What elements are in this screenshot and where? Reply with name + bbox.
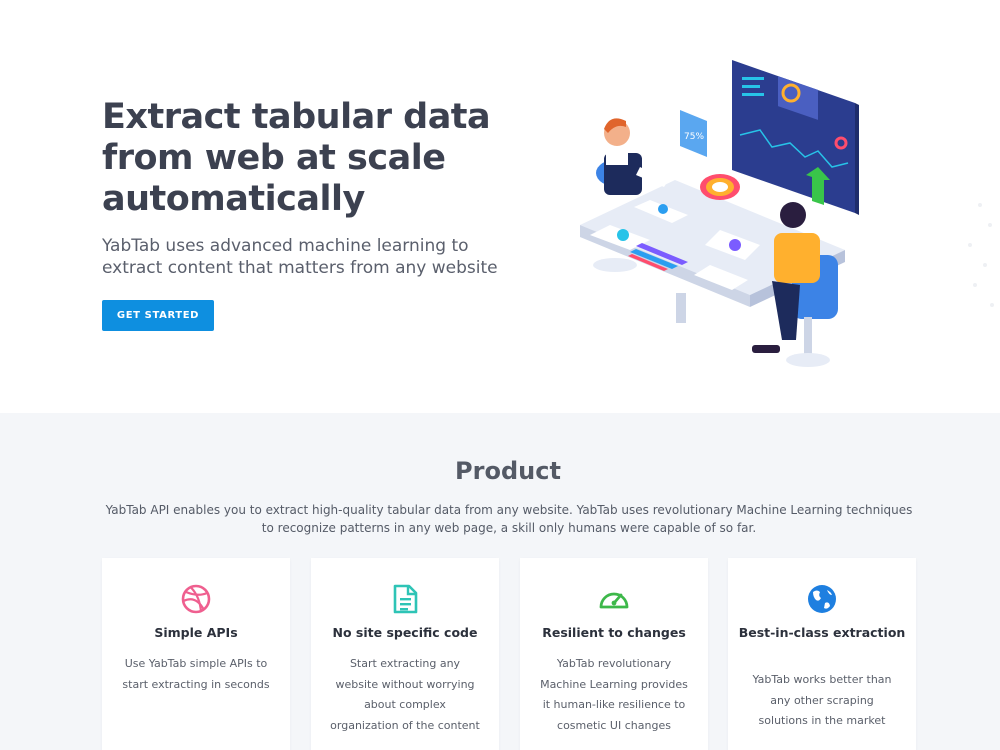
feature-description: Use YabTab simple APIs to start extracti… [122,657,270,691]
product-section: Product YabTab API enables you to extrac… [0,413,1000,750]
feature-title: Simple APIs [154,625,238,640]
hero-title: Extract tabular data from web at scale a… [102,97,491,219]
feature-card-simple-apis: Simple APIs Use YabTab simple APIs to st… [102,558,290,750]
feature-description: YabTab revolutionary Machine Learning pr… [540,657,688,732]
feature-card-no-site-code: No site specific code Start extracting a… [311,558,499,750]
get-started-button[interactable]: GET STARTED [102,300,214,331]
dribbble-icon [181,584,211,614]
feature-description: YabTab works better than any other scrap… [752,673,892,727]
percent-label: 75% [684,132,704,142]
product-description: YabTab API enables you to extract high-q… [105,503,913,535]
hero-section: Extract tabular data from web at scale a… [0,0,1000,413]
product-title: Product [455,457,561,485]
feature-title: No site specific code [332,625,478,640]
globe-icon [808,585,836,613]
document-icon [393,584,418,614]
feature-title: Resilient to changes [542,625,686,640]
feature-card-best-extraction: Best-in-class extraction YabTab works be… [728,558,916,750]
hero-illustration: 75% [580,60,994,367]
hero-subtitle: YabTab uses advanced machine learning to… [102,236,498,278]
feature-card-resilient: Resilient to changes YabTab revolutionar… [520,558,708,750]
speedometer-icon [599,592,629,609]
feature-description: Start extracting any website without wor… [330,657,480,732]
feature-title: Best-in-class extraction [738,625,906,640]
